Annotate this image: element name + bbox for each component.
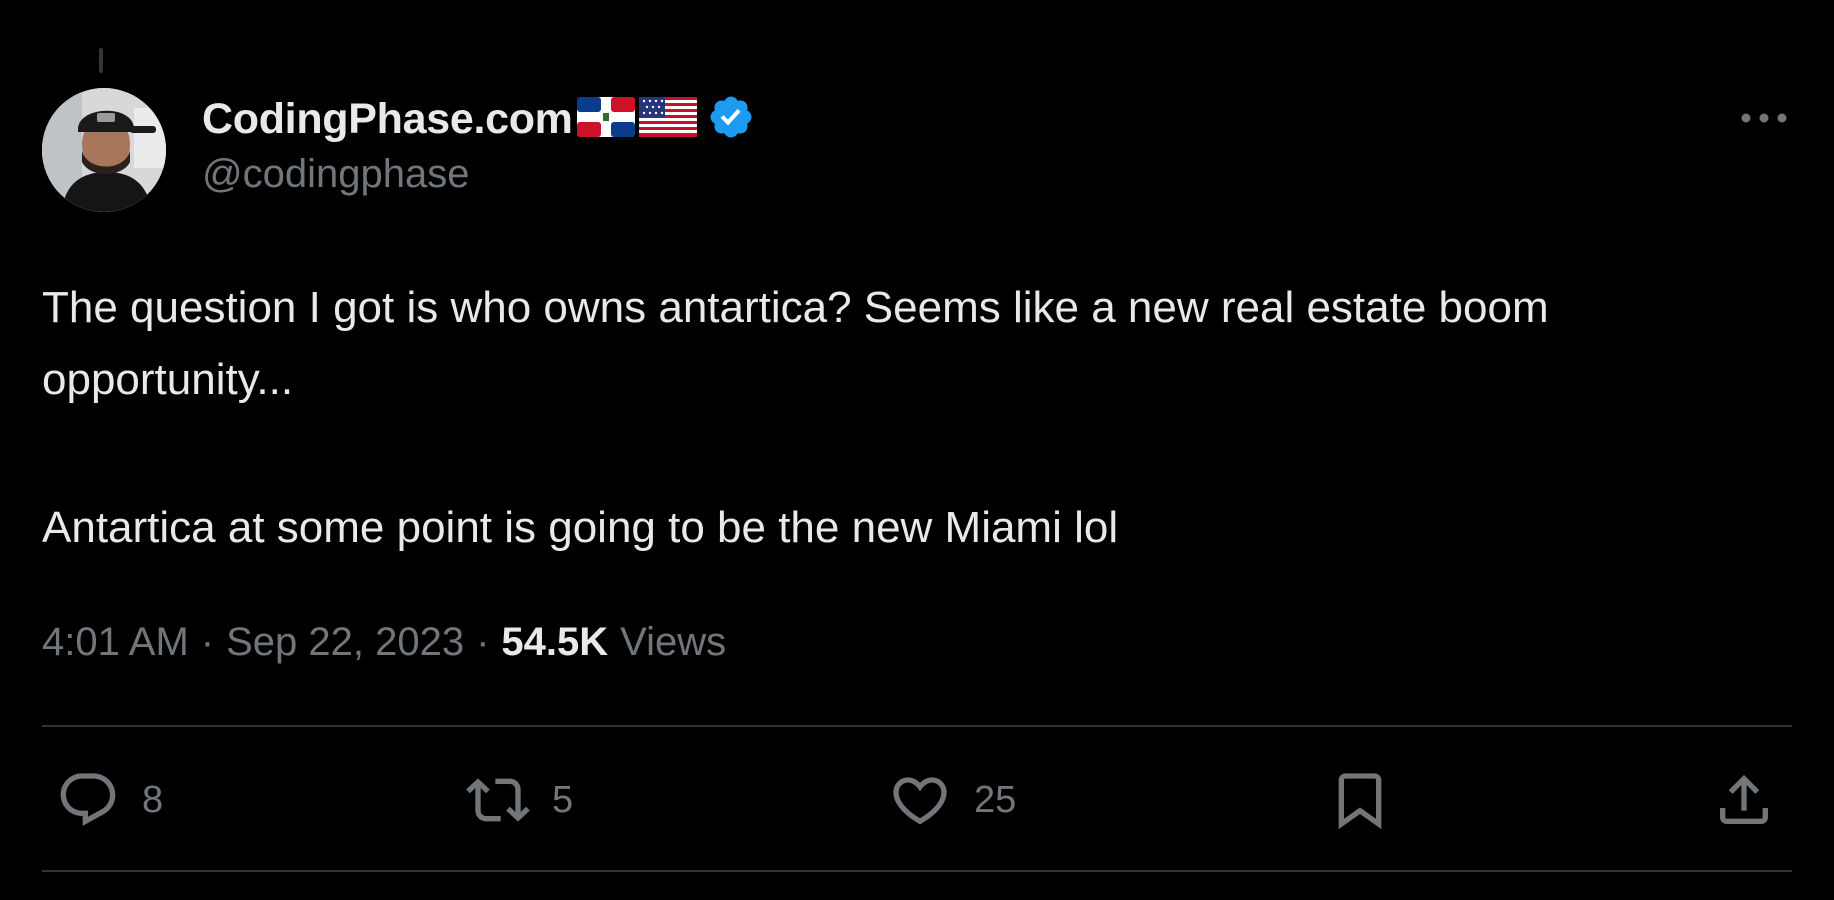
bookmark-button[interactable] (1328, 768, 1392, 832)
dominican-republic-flag-icon (576, 96, 635, 142)
tweet-paragraph-1: The question I got is who owns antartica… (42, 283, 1561, 404)
meta-separator: · (200, 620, 215, 664)
user-handle[interactable]: @codingphase (202, 152, 755, 197)
meta-separator: · (476, 620, 490, 664)
like-button[interactable]: 25 (888, 768, 1016, 832)
united-states-flag-icon (638, 96, 697, 142)
retweet-count: 5 (552, 778, 574, 821)
reply-button[interactable]: 8 (56, 768, 163, 832)
heart-icon (893, 777, 947, 825)
reply-count: 8 (142, 778, 164, 821)
views-label[interactable]: Views (620, 620, 726, 665)
more-dots-icon (1741, 113, 1787, 123)
share-button[interactable] (1712, 768, 1776, 832)
more-options-button[interactable] (1738, 104, 1790, 132)
thread-connector-line (99, 48, 103, 73)
avatar-image (42, 88, 166, 212)
retweet-icon (466, 778, 530, 822)
reply-icon (60, 773, 116, 826)
name-row: CodingPhase.com (202, 92, 755, 146)
tweet-meta: 4:01 AM · Sep 22, 2023 · 54.5K Views (42, 620, 726, 665)
retweet-button[interactable]: 5 (466, 768, 573, 832)
bookmark-icon (1338, 773, 1382, 830)
display-name[interactable]: CodingPhase.com (202, 95, 573, 144)
share-icon (1720, 774, 1768, 824)
user-info: CodingPhase.com @codingphase (202, 92, 755, 197)
tweet-date[interactable]: Sep 22, 2023 (226, 620, 464, 665)
tweet-paragraph-2: Antartica at some point is going to be t… (42, 503, 1119, 552)
divider (42, 870, 1792, 872)
views-count[interactable]: 54.5K (501, 620, 608, 665)
avatar[interactable] (42, 88, 166, 212)
verified-badge-icon[interactable] (707, 93, 755, 146)
tweet-time[interactable]: 4:01 AM (42, 620, 189, 665)
like-count: 25 (974, 778, 1017, 821)
divider (42, 725, 1792, 727)
tweet-body: The question I got is who owns antartica… (42, 272, 1782, 564)
